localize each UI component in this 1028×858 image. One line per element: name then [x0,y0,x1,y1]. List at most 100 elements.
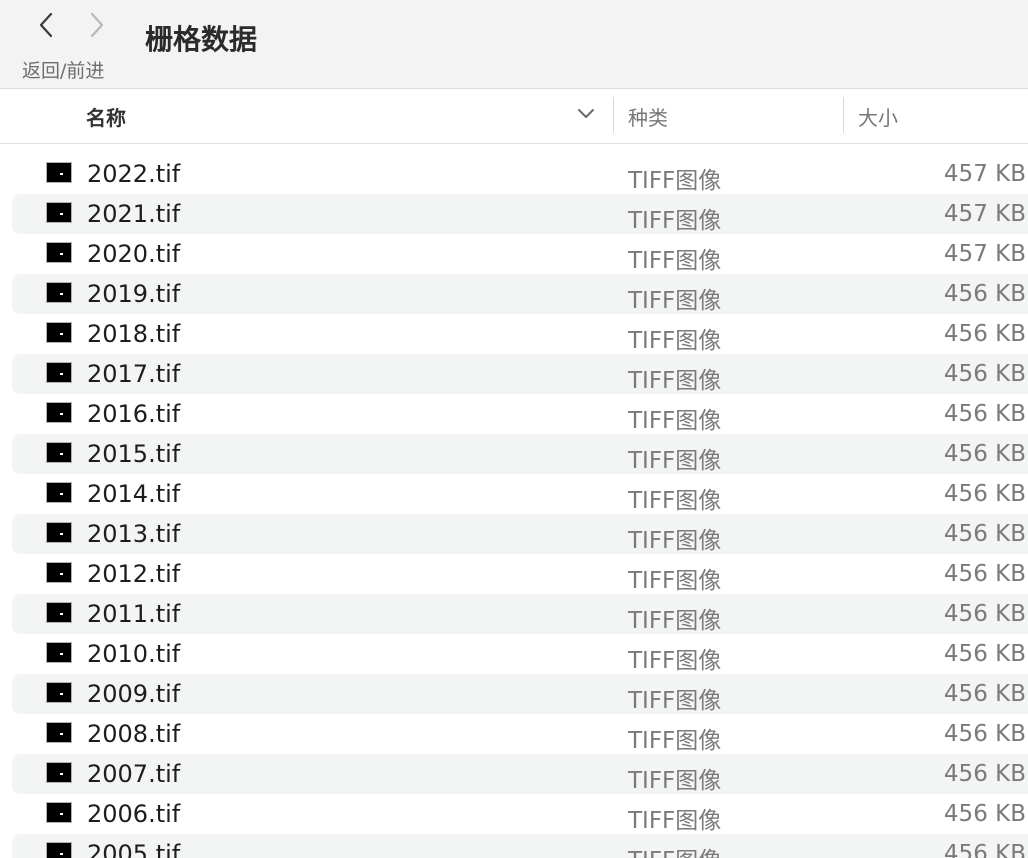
file-row[interactable]: 2020.tif TIFF图像 457 KB [12,234,1028,274]
tiff-file-icon [46,562,72,583]
file-name: 2020.tif [87,240,181,268]
file-name: 2008.tif [87,720,181,748]
file-row[interactable]: 2007.tif TIFF图像 456 KB [12,754,1028,794]
file-size: 457 KB [943,241,1026,267]
tiff-file-icon [46,282,72,303]
tiff-file-icon [46,482,72,503]
file-row[interactable]: 2008.tif TIFF图像 456 KB [12,714,1028,754]
file-size: 457 KB [943,161,1026,187]
file-size: 456 KB [943,641,1026,667]
tiff-file-icon [46,602,72,623]
file-size: 456 KB [943,801,1026,827]
file-row[interactable]: 2018.tif TIFF图像 456 KB [12,314,1028,354]
file-size: 456 KB [943,681,1026,707]
file-row[interactable]: 2015.tif TIFF图像 456 KB [12,434,1028,474]
file-name: 2017.tif [87,360,181,388]
tiff-file-icon [46,802,72,823]
file-kind: TIFF图像 [628,408,722,434]
file-size: 456 KB [943,521,1026,547]
tiff-file-icon [46,202,72,223]
chevron-right-icon [90,12,104,38]
file-name: 2007.tif [87,760,181,788]
file-kind: TIFF图像 [628,328,722,354]
file-name: 2011.tif [87,600,181,628]
file-size: 456 KB [943,761,1026,787]
file-kind: TIFF图像 [628,368,722,394]
file-size: 456 KB [943,361,1026,387]
tiff-file-icon [46,362,72,383]
file-name: 2012.tif [87,560,181,588]
tiff-file-icon [46,762,72,783]
file-kind: TIFF图像 [628,528,722,554]
tiff-file-icon [46,842,72,858]
file-name: 2013.tif [87,520,181,548]
tiff-file-icon [46,722,72,743]
file-kind: TIFF图像 [628,688,722,714]
file-name: 2006.tif [87,800,181,828]
file-row[interactable]: 2017.tif TIFF图像 456 KB [12,354,1028,394]
column-name-header[interactable]: 名称 [86,102,126,131]
file-kind: TIFF图像 [628,808,722,834]
tiff-file-icon [46,322,72,343]
file-name: 2018.tif [87,320,181,348]
file-kind: TIFF图像 [628,768,722,794]
back-button[interactable] [31,10,61,40]
file-size: 456 KB [943,441,1026,467]
file-kind: TIFF图像 [628,608,722,634]
tiff-file-icon [46,682,72,703]
file-kind: TIFF图像 [628,448,722,474]
file-size: 456 KB [943,721,1026,747]
column-divider[interactable] [613,97,614,133]
file-size: 456 KB [943,481,1026,507]
file-name: 2005.tif [87,840,181,858]
file-name: 2019.tif [87,280,181,308]
toolbar: 返回/前进 栅格数据 [0,0,1028,89]
column-size-header[interactable]: 大小 [858,102,898,131]
file-row[interactable]: 2013.tif TIFF图像 456 KB [12,514,1028,554]
file-name: 2015.tif [87,440,181,468]
tiff-file-icon [46,402,72,423]
tiff-file-icon [46,642,72,663]
file-kind: TIFF图像 [628,208,722,234]
file-kind: TIFF图像 [628,168,722,194]
file-size: 457 KB [943,201,1026,227]
file-kind: TIFF图像 [628,648,722,674]
tiff-file-icon [46,442,72,463]
file-row[interactable]: 2006.tif TIFF图像 456 KB [12,794,1028,834]
file-kind: TIFF图像 [628,841,721,858]
nav-label: 返回/前进 [22,60,105,82]
file-row[interactable]: 2012.tif TIFF图像 456 KB [12,554,1028,594]
file-size: 456 KB [943,401,1026,427]
tiff-file-icon [46,522,72,543]
file-size: 456 KB [943,281,1026,307]
column-kind-header[interactable]: 种类 [628,102,668,131]
file-row[interactable]: 2009.tif TIFF图像 456 KB [12,674,1028,714]
file-row[interactable]: 2019.tif TIFF图像 456 KB [12,274,1028,314]
column-divider[interactable] [843,97,844,133]
file-row[interactable]: 2005.tif TIFF图像 456 KB [12,834,1028,858]
file-kind: TIFF图像 [628,568,722,594]
file-name: 2022.tif [87,160,181,188]
file-size: 456 KB [943,601,1026,627]
file-kind: TIFF图像 [628,288,722,314]
column-header: 名称 种类 大小 [0,89,1028,144]
file-name: 2009.tif [87,680,181,708]
file-kind: TIFF图像 [628,488,722,514]
file-row[interactable]: 2021.tif TIFF图像 457 KB [12,194,1028,234]
file-name: 2014.tif [87,480,181,508]
file-row[interactable]: 2022.tif TIFF图像 457 KB [12,154,1028,194]
chevron-left-icon [39,12,53,38]
file-row[interactable]: 2014.tif TIFF图像 456 KB [12,474,1028,514]
chevron-down-icon[interactable] [576,107,596,121]
file-name: 2010.tif [87,640,181,668]
file-row[interactable]: 2010.tif TIFF图像 456 KB [12,634,1028,674]
file-row[interactable]: 2011.tif TIFF图像 456 KB [12,594,1028,634]
file-row[interactable]: 2016.tif TIFF图像 456 KB [12,394,1028,434]
tiff-file-icon [46,242,72,263]
file-size: 456 KB [943,561,1026,587]
file-size: 456 KB [943,841,1026,858]
window-title: 栅格数据 [145,23,258,56]
tiff-file-icon [46,162,72,183]
forward-button[interactable] [82,10,112,40]
file-name: 2021.tif [87,200,181,228]
